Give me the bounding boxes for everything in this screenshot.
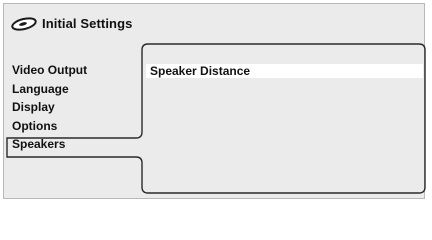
menu-item-video-output[interactable]: Video Output xyxy=(9,61,87,80)
page-title: Initial Settings xyxy=(42,15,133,31)
menu-item-display[interactable]: Display xyxy=(9,98,87,117)
speakers-submenu: Speaker Distance xyxy=(146,64,423,78)
disc-icon xyxy=(10,14,40,32)
settings-menu: Video Output Language Display Options Sp… xyxy=(9,61,87,154)
submenu-item-speaker-distance[interactable]: Speaker Distance xyxy=(146,64,423,78)
menu-item-speakers[interactable]: Speakers xyxy=(9,135,87,154)
menu-item-options[interactable]: Options xyxy=(9,117,87,136)
menu-item-language[interactable]: Language xyxy=(9,80,87,99)
screen-header: Initial Settings xyxy=(10,12,132,34)
